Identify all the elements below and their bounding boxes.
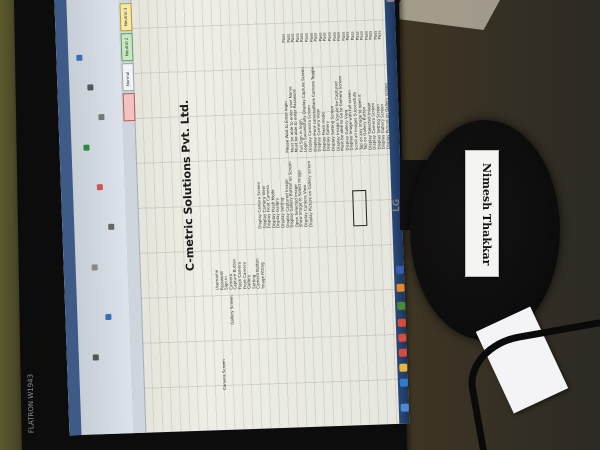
word-icon[interactable] <box>395 265 405 274</box>
align-icon[interactable] <box>98 114 105 121</box>
column-d: Pass Pass Pass Pass Pass Pass Pass Pass Pass Pass… <box>279 0 383 42</box>
company-title: C-metric Solutions Pvt. Ltd. <box>178 100 197 272</box>
opera-icon[interactable] <box>397 318 406 327</box>
monitor-screen: Normal Neutral 2 Neutral 3 C-metric Solu… <box>54 0 410 436</box>
name-card-text: Nimesh Thakkar <box>480 163 493 266</box>
delete-icon[interactable] <box>91 264 98 271</box>
section-camera: Camera Screen <box>220 359 228 391</box>
insert-icon[interactable] <box>108 223 115 230</box>
conditional-format-icon[interactable] <box>96 184 103 191</box>
style-neutral-3-label: Neutral 3 <box>122 7 129 27</box>
app-icon[interactable] <box>396 283 405 292</box>
find-icon[interactable] <box>92 354 99 361</box>
chrome-icon[interactable] <box>398 333 407 342</box>
company-title-text: C-metric Solutions Pvt. Ltd. <box>177 99 197 272</box>
explorer-icon[interactable] <box>399 363 408 372</box>
paste-icon[interactable] <box>76 54 83 61</box>
style-normal-label: Normal <box>124 71 131 87</box>
media-icon[interactable] <box>398 348 407 357</box>
tray-icon[interactable] <box>386 0 395 3</box>
start-icon[interactable] <box>400 403 409 412</box>
number-format-icon[interactable] <box>83 144 90 151</box>
worksheet-grid[interactable]: C-metric Solutions Pvt. Ltd. Camera Scre… <box>130 0 410 433</box>
ie-icon[interactable] <box>399 378 409 387</box>
style-neutral-2-label: Neutral 2 <box>123 37 130 57</box>
font-icon[interactable] <box>87 84 94 91</box>
background-object <box>390 0 500 30</box>
ribbon-tab-strip[interactable] <box>54 0 82 436</box>
excel-icon[interactable] <box>397 301 406 310</box>
name-card: Nimesh Thakkar <box>465 150 499 277</box>
sort-icon[interactable] <box>105 313 112 321</box>
photo-scene: FLATRON W1943 Normal Neutral 2 Neutral 3… <box>0 0 600 450</box>
monitor-bezel: FLATRON W1943 Normal Neutral 2 Neutral 3… <box>13 0 410 450</box>
section-gallery: Gallery Screen <box>228 295 235 325</box>
selected-cell[interactable] <box>352 189 368 227</box>
monitor-brand-left: FLATRON W1943 <box>26 373 36 434</box>
